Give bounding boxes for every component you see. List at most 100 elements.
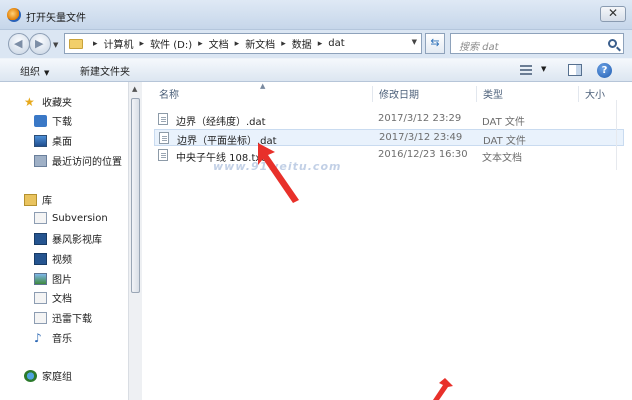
address-bar[interactable]: ▸ 计算机 ▸ 软件 (D:) ▸ 文档 ▸ 新文档 ▸ 数据 ▸ dat ▼	[64, 33, 422, 54]
column-header-type[interactable]: 类型	[483, 86, 503, 101]
search-input[interactable]: 搜索 dat	[450, 33, 624, 54]
file-row[interactable]: 边界（经纬度）.dat 2017/3/12 23:29 DAT 文件	[154, 111, 624, 128]
file-name: 边界（经纬度）.dat	[176, 117, 266, 128]
star-icon: ★	[24, 94, 35, 109]
breadcrumb-data[interactable]: 数据	[292, 36, 312, 51]
search-icon[interactable]	[608, 39, 617, 48]
file-list-scrollbar[interactable]	[616, 100, 632, 170]
picture-icon	[34, 272, 47, 285]
breadcrumb: ▸ 计算机 ▸ 软件 (D:) ▸ 文档 ▸ 新文档 ▸ 数据 ▸ dat	[87, 36, 345, 51]
nav-libraries-label: 库	[42, 196, 52, 207]
nav-item-recent-places[interactable]: 最近访问的位置	[34, 153, 122, 168]
organize-label: 组织	[20, 67, 40, 78]
text-file-icon	[158, 149, 168, 161]
column-header-size[interactable]: 大小	[585, 86, 605, 101]
nav-item-label: 桌面	[52, 137, 72, 148]
view-dropdown-icon[interactable]: ▼	[541, 65, 546, 73]
breadcrumb-separator-icon[interactable]: ▸	[198, 39, 203, 49]
column-header-name[interactable]: 名称	[159, 86, 179, 101]
file-icon	[159, 132, 169, 144]
recent-places-icon	[34, 154, 47, 167]
breadcrumb-separator-icon[interactable]: ▸	[140, 39, 145, 49]
annotation-arrow-icon	[258, 143, 299, 203]
preview-pane-icon[interactable]	[568, 64, 582, 76]
video-icon	[34, 252, 47, 265]
breadcrumb-separator-icon[interactable]: ▸	[318, 39, 323, 49]
app-icon	[7, 8, 21, 22]
breadcrumb-dat[interactable]: dat	[328, 38, 344, 49]
nav-item-label: Subversion	[52, 212, 108, 224]
column-header-date[interactable]: 修改日期	[379, 86, 419, 101]
address-dropdown-icon[interactable]: ▼	[412, 38, 417, 46]
search-placeholder: 搜索 dat	[459, 42, 499, 53]
nav-favorites-label: 收藏夹	[42, 98, 72, 109]
file-date: 2017/3/12 23:29	[378, 113, 462, 124]
nav-item-subversion[interactable]: Subversion	[34, 212, 108, 224]
nav-item-label: 暴风影视库	[52, 235, 102, 246]
nav-item-label: 文档	[52, 294, 72, 305]
file-row-selected[interactable]: 边界（平面坐标）.dat 2017/3/12 23:49 DAT 文件	[154, 129, 624, 147]
forward-arrow-icon: ▶	[35, 37, 44, 50]
desktop-icon	[34, 134, 47, 147]
scroll-thumb[interactable]	[131, 98, 140, 293]
nav-item-documents[interactable]: 文档	[34, 290, 72, 305]
nav-item-thunder-downloads[interactable]: 迅雷下载	[34, 310, 92, 325]
breadcrumb-computer[interactable]: 计算机	[104, 36, 134, 51]
back-arrow-icon: ◀	[14, 37, 23, 50]
nav-item-pictures[interactable]: 图片	[34, 271, 72, 286]
annotation-arrow-icon	[433, 378, 453, 400]
nav-item-downloads[interactable]: 下载	[34, 113, 72, 128]
folder-icon	[69, 38, 83, 49]
close-button[interactable]: ✕	[600, 6, 626, 22]
file-date: 2016/12/23 16:30	[378, 149, 468, 160]
sort-ascending-icon: ▲	[260, 82, 266, 90]
nav-favorites[interactable]: ★ 收藏夹	[24, 94, 72, 110]
refresh-button[interactable]: ⇆	[425, 33, 445, 54]
window-title: 打开矢量文件	[26, 13, 86, 24]
library-icon	[24, 193, 37, 206]
recent-pages-dropdown-icon[interactable]: ▼	[53, 41, 58, 49]
nav-item-label: 下载	[52, 117, 72, 128]
music-icon: ♪	[34, 330, 42, 345]
column-divider[interactable]	[578, 86, 579, 102]
column-divider[interactable]	[372, 86, 373, 102]
breadcrumb-documents[interactable]: 文档	[209, 36, 229, 51]
chevron-down-icon: ▼	[44, 69, 50, 77]
breadcrumb-separator-icon[interactable]: ▸	[235, 39, 240, 49]
forward-button[interactable]: ▶	[29, 33, 51, 55]
nav-item-label: 音乐	[52, 334, 72, 345]
nav-item-videos[interactable]: 视频	[34, 251, 72, 266]
nav-item-label: 最近访问的位置	[52, 157, 122, 168]
file-list: 名称 ▲ 修改日期 类型 大小 边界（经纬度）.dat 2017/3/12 23…	[142, 82, 632, 400]
nav-libraries[interactable]: 库	[24, 192, 52, 207]
breadcrumb-drive[interactable]: 软件 (D:)	[150, 36, 192, 51]
back-button[interactable]: ◀	[8, 33, 30, 55]
homegroup-icon	[24, 369, 37, 382]
nav-item-desktop[interactable]: 桌面	[34, 133, 72, 148]
document-icon	[34, 291, 47, 304]
new-folder-button[interactable]: 新建文件夹	[80, 63, 130, 78]
organize-button[interactable]: 组织 ▼	[20, 63, 49, 78]
breadcrumb-new-documents[interactable]: 新文档	[245, 36, 275, 51]
breadcrumb-separator-icon[interactable]: ▸	[281, 39, 286, 49]
nav-item-label: 图片	[52, 275, 72, 286]
navigation-scrollbar[interactable]: ▲	[128, 82, 142, 400]
document-library-icon	[34, 212, 47, 224]
video-library-icon	[34, 232, 47, 245]
file-type: DAT 文件	[483, 136, 526, 147]
help-icon[interactable]: ?	[597, 63, 612, 78]
scroll-up-icon[interactable]: ▲	[132, 85, 137, 93]
file-type: 文本文档	[482, 153, 522, 164]
nav-item-label: 视频	[52, 255, 72, 266]
nav-homegroup[interactable]: 家庭组	[24, 368, 72, 383]
nav-homegroup-label: 家庭组	[42, 372, 72, 383]
download-icon	[34, 114, 47, 127]
navigation-bar: ◀ ▶ ▼ ▸ 计算机 ▸ 软件 (D:) ▸ 文档 ▸ 新文档 ▸ 数据 ▸ …	[0, 30, 632, 58]
nav-item-music[interactable]: ♪ 音乐	[34, 330, 72, 346]
view-mode-icon[interactable]	[520, 65, 532, 75]
breadcrumb-separator-icon[interactable]: ▸	[93, 39, 98, 49]
document-library-icon	[34, 311, 47, 324]
nav-item-label: 迅雷下载	[52, 314, 92, 325]
nav-item-baofeng[interactable]: 暴风影视库	[34, 231, 102, 246]
column-divider[interactable]	[476, 86, 477, 102]
